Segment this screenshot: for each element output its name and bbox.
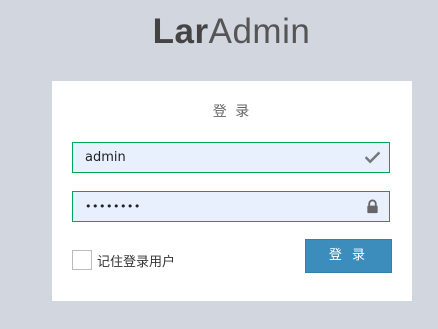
username-field [72, 142, 390, 173]
login-title: 登 录 [212, 104, 252, 120]
password-input[interactable] [73, 192, 363, 221]
remember-label: 记住登录用户 [97, 254, 176, 270]
password-field [72, 191, 390, 222]
remember-checkbox[interactable] [72, 250, 92, 270]
username-input[interactable] [73, 143, 363, 172]
logo-light-text: Admin [208, 12, 311, 51]
logo-bold-text: Lar [152, 12, 209, 51]
lock-icon [367, 199, 378, 214]
login-button[interactable]: 登 录 [305, 239, 392, 273]
login-box: 登 录 记住登录用户 登 录 [52, 81, 412, 301]
remember-me[interactable]: 记住登录用户 [72, 249, 175, 271]
app-logo: LarAdmin [0, 12, 438, 52]
check-icon [365, 151, 380, 164]
